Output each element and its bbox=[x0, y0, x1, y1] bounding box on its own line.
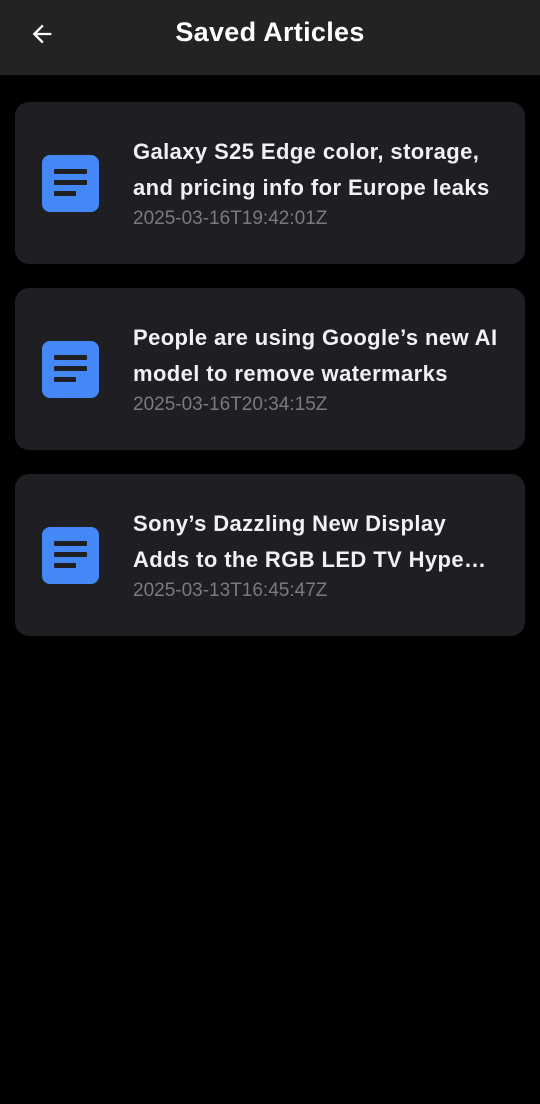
article-card[interactable]: People are using Google’s new AI model t… bbox=[15, 288, 525, 450]
page-title: Saved Articles bbox=[175, 17, 365, 47]
article-date: 2025-03-16T20:34:15Z bbox=[133, 394, 328, 415]
app-bar: Saved Articles bbox=[0, 0, 540, 75]
article-card[interactable]: Sony’s Dazzling New Display Adds to the … bbox=[15, 474, 525, 636]
document-icon bbox=[42, 155, 99, 212]
document-icon bbox=[42, 341, 99, 398]
article-title: Sony’s Dazzling New Display Adds to the … bbox=[133, 511, 465, 572]
saved-articles-list: Galaxy S25 Edge color, storage, and pric… bbox=[15, 102, 525, 660]
article-card[interactable]: Galaxy S25 Edge color, storage, and pric… bbox=[15, 102, 525, 264]
article-title: People are using Google’s new AI model t… bbox=[133, 325, 498, 386]
article-date: 2025-03-16T19:42:01Z bbox=[133, 208, 328, 229]
article-title: Galaxy S25 Edge color, storage, and pric… bbox=[133, 139, 490, 200]
document-icon bbox=[42, 527, 99, 584]
article-date: 2025-03-13T16:45:47Z bbox=[133, 580, 328, 601]
